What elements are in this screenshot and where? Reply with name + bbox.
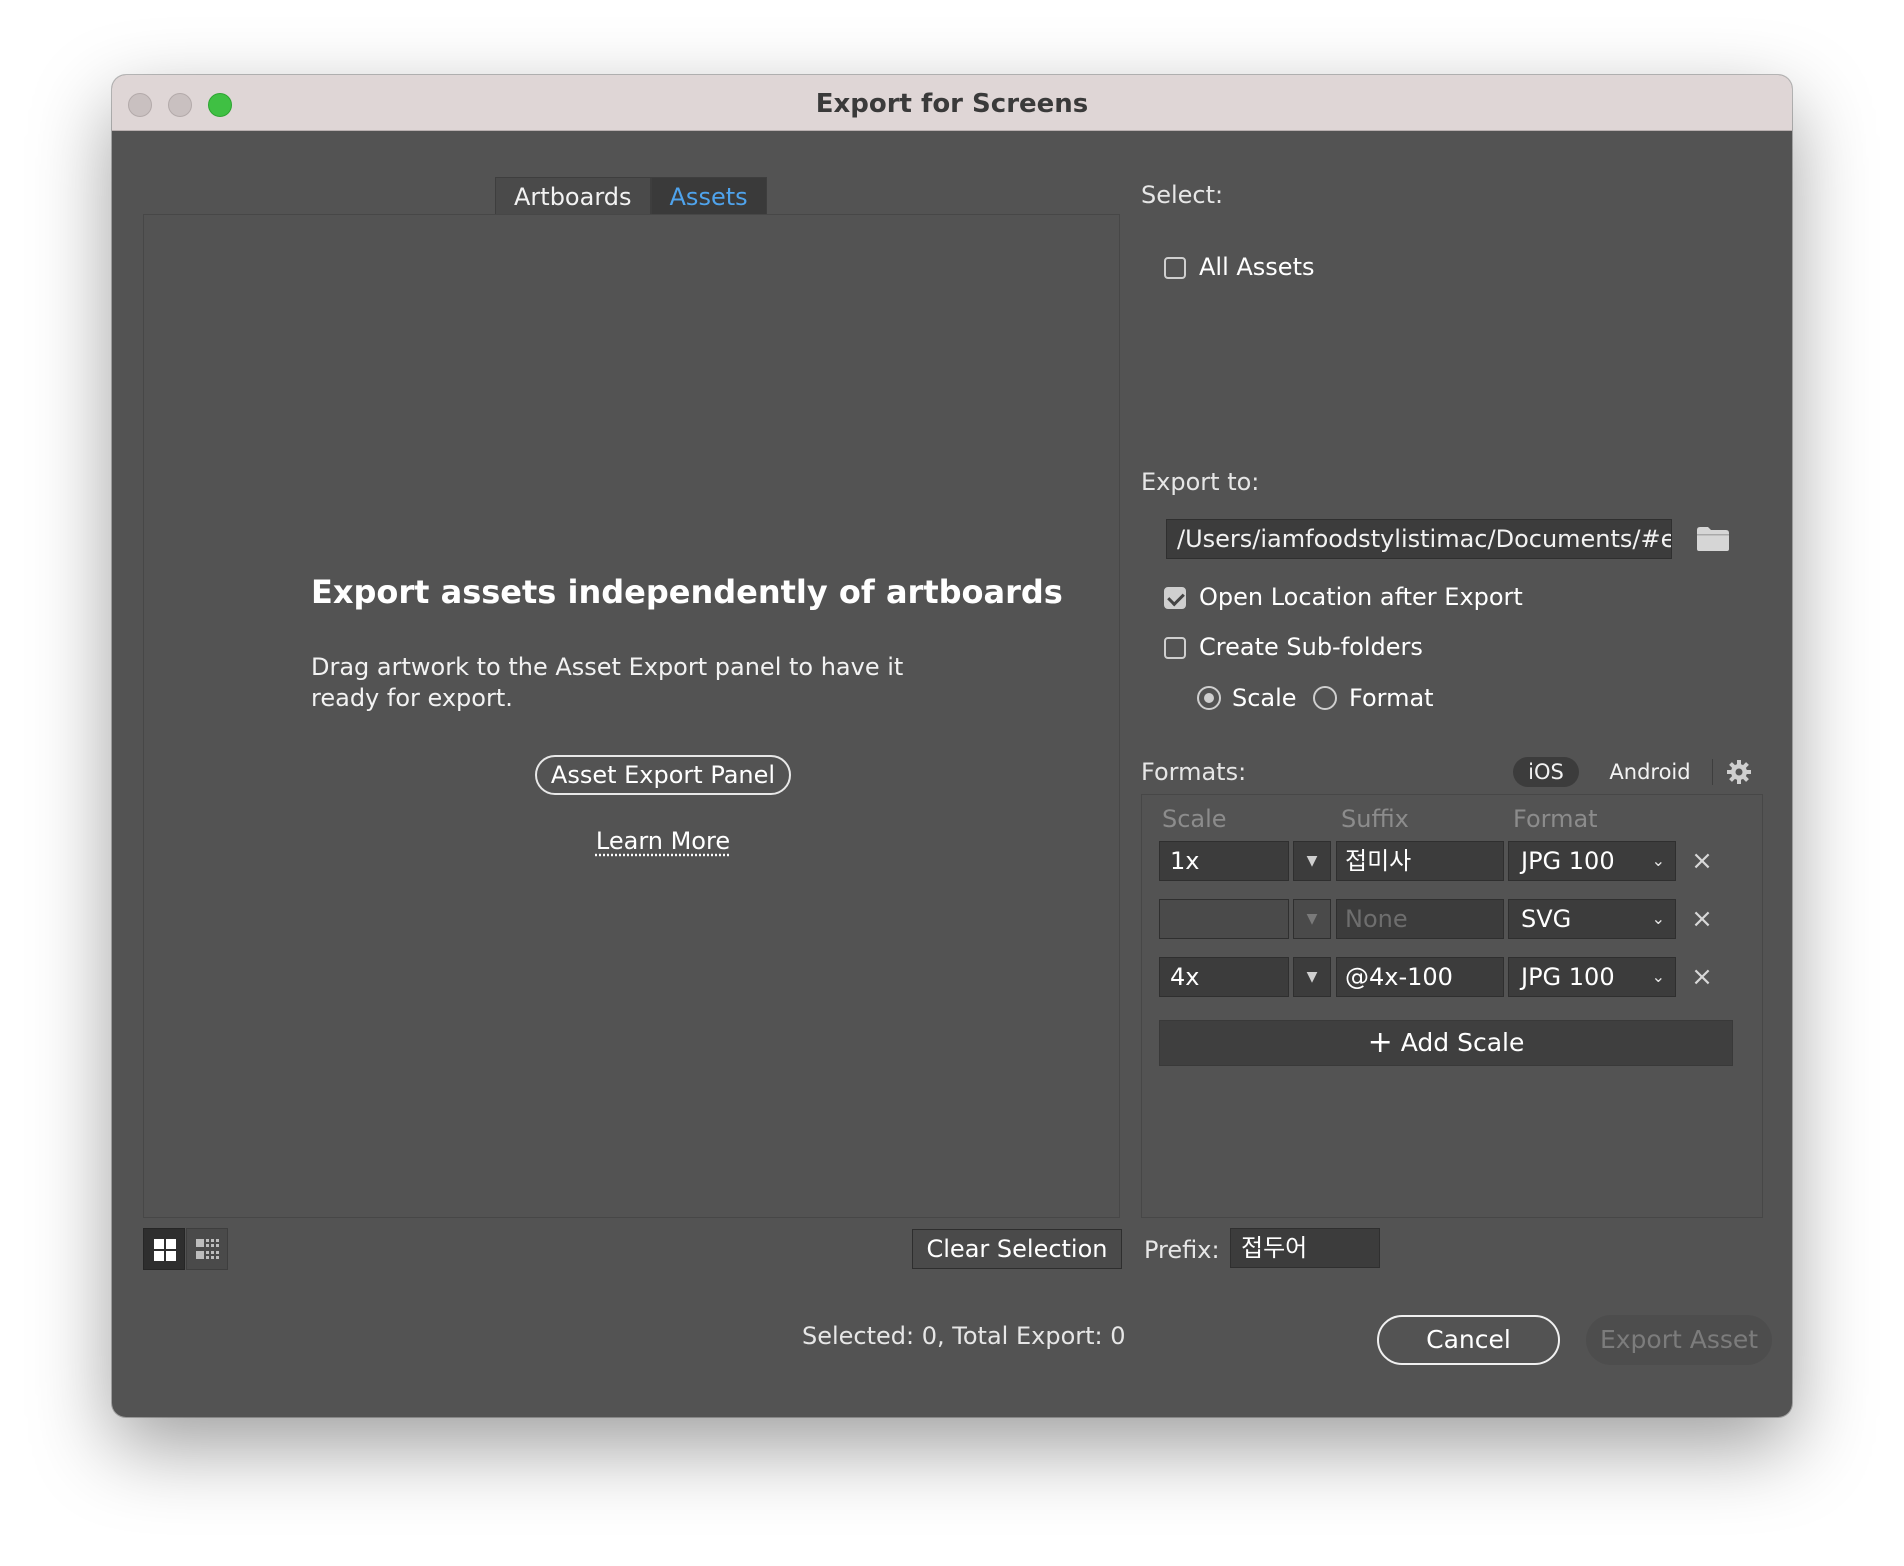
suffix-field-row-1[interactable]: 접미사 (1336, 841, 1504, 881)
suffix-field-row-3[interactable]: @4x-100 (1336, 957, 1504, 997)
export-asset-button[interactable]: Export Asset (1586, 1315, 1772, 1365)
format-select-row-3[interactable]: JPG 100 ⌄ (1508, 957, 1676, 997)
view-tabs: Artboards Assets (495, 177, 767, 215)
scale-dropdown-row-2: ▼ (1293, 899, 1331, 939)
remove-row-3-button[interactable]: × (1689, 964, 1715, 990)
scale-dropdown-row-3[interactable]: ▼ (1293, 957, 1331, 997)
gear-icon (1727, 760, 1751, 784)
open-location-checkbox[interactable] (1164, 587, 1186, 609)
format-value: SVG (1521, 905, 1572, 933)
format-select-row-2[interactable]: SVG ⌄ (1508, 899, 1676, 939)
create-subfolders-label: Create Sub-folders (1199, 633, 1423, 661)
assets-panel: Export assets independently of artboards… (143, 214, 1120, 1218)
learn-more-link[interactable]: Learn More (551, 827, 775, 855)
browse-folder-button[interactable] (1696, 526, 1730, 552)
title-bar: Export for Screens (112, 75, 1792, 131)
list-view-icon (196, 1239, 219, 1259)
tab-artboards[interactable]: Artboards (495, 177, 651, 215)
chevron-down-icon: ⌄ (1651, 851, 1665, 870)
folder-icon (1697, 527, 1729, 551)
column-header-format: Format (1513, 805, 1598, 833)
scale-field-row-3[interactable]: 4x (1159, 957, 1289, 997)
format-select-row-1[interactable]: JPG 100 ⌄ (1508, 841, 1676, 881)
list-view-button[interactable] (186, 1228, 228, 1270)
format-value: JPG 100 (1521, 963, 1615, 991)
close-icon: × (1691, 904, 1713, 934)
preset-android-button[interactable]: Android (1605, 757, 1695, 787)
chevron-down-icon: ⌄ (1651, 909, 1665, 928)
prefix-label: Prefix: (1144, 1236, 1220, 1264)
window-title: Export for Screens (815, 89, 1089, 119)
add-scale-label: Add Scale (1400, 1028, 1525, 1057)
scale-dropdown-row-1[interactable]: ▼ (1293, 841, 1331, 881)
chevron-down-icon: ⌄ (1651, 967, 1665, 986)
export-for-screens-dialog: Export for Screens Artboards Assets Expo… (112, 75, 1792, 1417)
create-subfolders-checkbox[interactable] (1164, 637, 1186, 659)
column-header-scale: Scale (1162, 805, 1227, 833)
tab-assets[interactable]: Assets (650, 177, 767, 215)
select-label: Select: (1141, 181, 1224, 209)
export-status: Selected: 0, Total Export: 0 (802, 1322, 1126, 1350)
subfolder-scale-radio[interactable] (1197, 686, 1221, 710)
remove-row-2-button[interactable]: × (1689, 906, 1715, 932)
scale-field-row-2 (1159, 899, 1289, 939)
open-location-label: Open Location after Export (1199, 583, 1523, 611)
add-scale-button[interactable]: + Add Scale (1159, 1020, 1733, 1066)
format-value: JPG 100 (1521, 847, 1615, 875)
empty-state-description: Drag artwork to the Asset Export panel t… (311, 653, 904, 712)
subfolder-format-label: Format (1349, 684, 1434, 712)
formats-label: Formats: (1141, 758, 1247, 786)
export-to-label: Export to: (1141, 468, 1260, 496)
cancel-button[interactable]: Cancel (1377, 1315, 1560, 1365)
scale-field-row-1[interactable]: 1x (1159, 841, 1289, 881)
grid-view-button[interactable] (143, 1228, 185, 1270)
export-path-field[interactable]: /Users/iamfoodstylistimac/Documents/#ex (1166, 519, 1672, 559)
remove-row-1-button[interactable]: × (1689, 848, 1715, 874)
subfolder-format-radio[interactable] (1313, 686, 1337, 710)
format-settings-button[interactable] (1726, 759, 1752, 785)
grid-view-icon (154, 1239, 176, 1261)
preset-ios-button[interactable]: iOS (1513, 757, 1579, 787)
suffix-field-row-2[interactable]: None (1336, 899, 1504, 939)
clear-selection-button[interactable]: Clear Selection (912, 1229, 1122, 1269)
close-icon: × (1691, 962, 1713, 992)
preset-divider (1712, 759, 1713, 785)
column-header-suffix: Suffix (1341, 805, 1409, 833)
close-icon: × (1691, 846, 1713, 876)
empty-state-title: Export assets independently of artboards (311, 573, 1063, 611)
subfolder-scale-label: Scale (1232, 684, 1297, 712)
all-assets-checkbox[interactable] (1164, 257, 1186, 279)
asset-export-panel-button[interactable]: Asset Export Panel (535, 755, 791, 795)
plus-icon: + (1367, 1025, 1393, 1060)
all-assets-label: All Assets (1199, 253, 1315, 281)
prefix-field[interactable]: 접두어 (1230, 1228, 1380, 1268)
